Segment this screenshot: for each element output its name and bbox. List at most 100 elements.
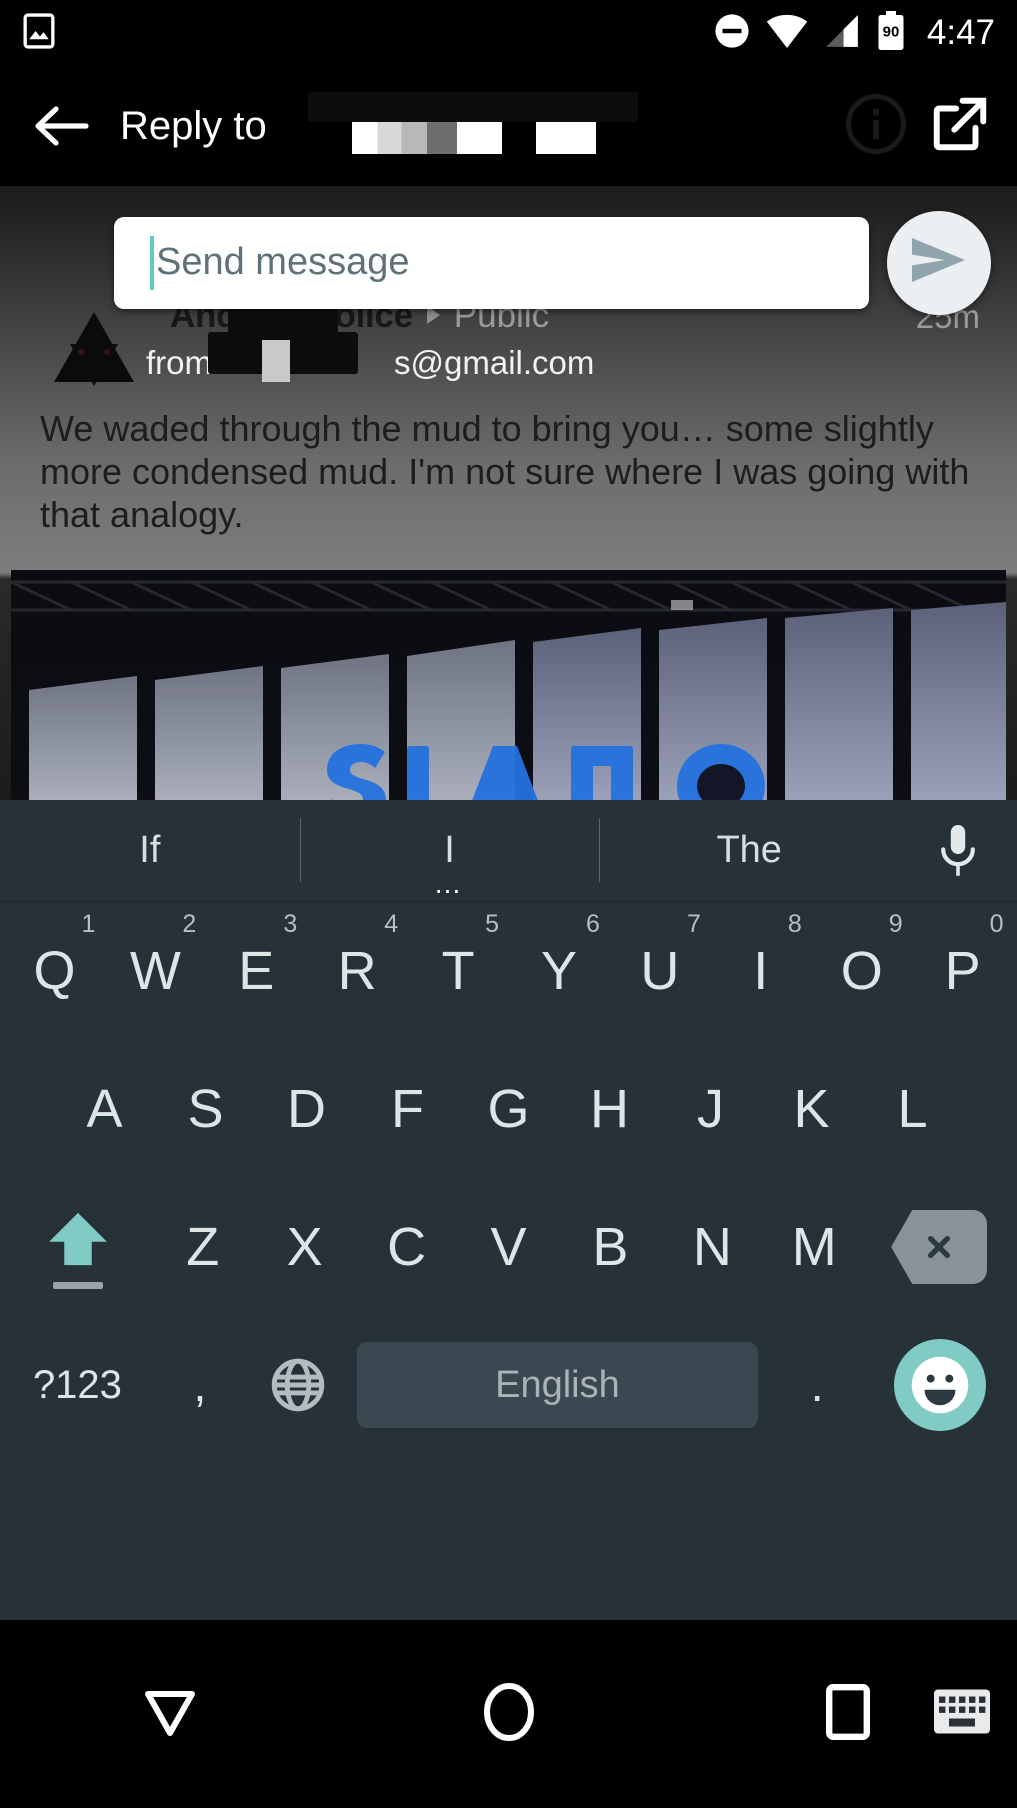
key-y[interactable]: 6Y [509,902,610,1040]
keyboard-row-4: ?123 , English . [0,1316,1017,1454]
back-button[interactable] [26,90,98,162]
key-hint: 3 [283,910,298,938]
shift-key[interactable] [4,1178,152,1316]
key-label: U [640,941,680,1001]
back-down-triangle-icon [141,1685,199,1744]
caps-lock-indicator [52,1281,103,1289]
key-c[interactable]: C [356,1178,458,1316]
post-from-email: s@gmail.com [394,344,595,381]
svg-text:90: 90 [883,23,900,40]
key-hint: 7 [686,910,701,938]
key-w[interactable]: 2W [105,902,206,1040]
key-q[interactable]: 1Q [4,902,105,1040]
send-button[interactable] [887,210,991,315]
home-circle-icon [482,1682,536,1747]
app-bar: Reply to [0,66,1017,186]
signal-icon [823,13,861,54]
post-from-prefix: from [146,344,212,381]
battery-icon: 90 [876,10,906,56]
key-l[interactable]: L [862,1040,963,1178]
key-e[interactable]: 3E [206,902,307,1040]
key-h[interactable]: H [559,1040,660,1178]
key-f[interactable]: F [357,1040,458,1178]
info-icon[interactable] [843,91,909,162]
message-input[interactable]: Send message [114,216,869,309]
status-bar-clock: 4:47 [926,13,995,52]
key-label: Y [540,941,577,1001]
status-bar: 90 4:47 [0,0,1017,66]
key-j[interactable]: J [660,1040,761,1178]
open-in-new-icon[interactable] [929,93,991,160]
key-hint: 6 [586,910,600,938]
key-label: P [944,941,981,1001]
key-label: T [441,941,475,1001]
compose-bar: Send message [0,210,1017,315]
send-icon [909,233,969,292]
status-bar-system-icons: 90 4:47 [713,10,995,56]
key-t[interactable]: 5T [408,902,509,1040]
key-label: O [840,941,883,1001]
redaction-block [308,91,638,122]
emoji-key[interactable] [866,1316,1013,1454]
key-hint: 9 [888,910,903,938]
shift-icon [45,1206,111,1289]
recents-square-icon [825,1683,870,1745]
soft-keyboard: If I The … 1Q 2W 3E 4R 5T 6Y 7U 8I 9O 0P [0,800,1017,1620]
key-p[interactable]: 0P [912,902,1013,1040]
post-body: We waded through the mud to bring you… s… [40,408,970,535]
key-u[interactable]: 7U [609,902,710,1040]
key-r[interactable]: 4R [307,902,408,1040]
keyboard-switcher-icon[interactable] [933,1689,991,1740]
key-b[interactable]: B [559,1178,661,1316]
key-k[interactable]: K [761,1040,862,1178]
redaction-block [262,340,290,382]
suggestion-1[interactable]: I [299,800,600,901]
symbols-key[interactable]: ?123 [4,1316,151,1454]
backspace-key[interactable] [865,1178,1013,1316]
suggestion-2[interactable]: The [599,800,899,901]
key-d[interactable]: D [256,1040,357,1178]
wifi-icon [766,13,808,54]
app-bar-actions [843,91,991,162]
key-v[interactable]: V [458,1178,560,1316]
nav-back-button[interactable] [0,1620,339,1808]
key-label: R [337,941,377,1001]
key-hint: 2 [182,910,197,938]
comma-key[interactable]: , [151,1316,249,1454]
page-title-text: Reply to [120,103,267,148]
key-hint: 1 [81,910,96,938]
key-o[interactable]: 9O [811,902,912,1040]
space-key[interactable]: English [356,1342,759,1428]
keyboard-row-3: Z X C V B N M [0,1178,1017,1316]
key-m[interactable]: M [763,1178,865,1316]
nav-home-button[interactable] [339,1620,678,1808]
key-i[interactable]: 8I [710,902,811,1040]
post-photo[interactable] [11,570,1006,800]
mic-icon[interactable] [899,823,1017,879]
photo-icon [22,12,56,54]
navigation-bar [0,1620,1017,1808]
key-label: W [129,941,181,1001]
key-x[interactable]: X [254,1178,356,1316]
key-n[interactable]: N [661,1178,763,1316]
message-input-placeholder: Send message [156,241,410,283]
keyboard-row-2: A S D F G H J K L [0,1040,1017,1178]
globe-icon[interactable] [249,1316,347,1454]
suggestion-strip: If I The … [0,800,1017,902]
key-g[interactable]: G [458,1040,559,1178]
key-label: I [753,941,769,1001]
key-a[interactable]: A [54,1040,155,1178]
key-label: Q [33,941,76,1001]
key-hint: 5 [485,910,500,938]
key-z[interactable]: Z [152,1178,254,1316]
key-label: E [238,941,275,1001]
period-key[interactable]: . [768,1316,866,1454]
key-s[interactable]: S [155,1040,256,1178]
page-title: Reply to [120,91,638,154]
suggestion-0[interactable]: If [0,800,300,901]
keyboard-row-1: 1Q 2W 3E 4R 5T 6Y 7U 8I 9O 0P [0,902,1017,1040]
avatar[interactable] [48,304,140,396]
android-screen: 90 4:47 Android Police Public 25m [0,0,1017,1808]
text-caret [150,235,154,290]
redaction-block [352,118,502,154]
